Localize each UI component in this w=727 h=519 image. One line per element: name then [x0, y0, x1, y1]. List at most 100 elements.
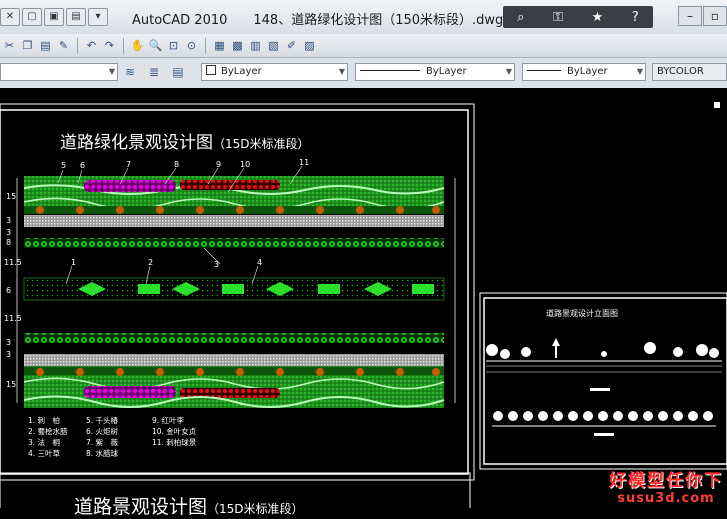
dimension-label: 8: [6, 238, 12, 247]
quick-access-toolbar: ✕ ▢ ▣ ▤ ▾: [0, 8, 108, 26]
color-value: ByLayer: [221, 66, 262, 77]
color-combo[interactable]: ByLayer ▼: [201, 63, 348, 81]
zoom-realtime-icon[interactable]: 🔍: [148, 38, 163, 53]
line-sample-icon: [527, 70, 561, 71]
standard-toolbar: ✂ ❐ ▤ ✎ ↶ ↷ ✋ 🔍 ⊡ ⊙ ▦ ▩ ▥ ▧ ✐ ▨: [0, 34, 727, 58]
open-icon[interactable]: ▣: [44, 8, 64, 26]
callout-label: 10: [240, 160, 251, 169]
new-icon[interactable]: ▢: [22, 8, 42, 26]
chevron-down-icon: ▼: [505, 67, 512, 76]
plotstyle-value: BYCOLOR: [657, 66, 704, 77]
tree-row: [24, 206, 444, 214]
purple-shrub-band: [84, 180, 176, 192]
legend-item: 4. 三叶草: [28, 449, 61, 458]
callout-label: 7: [126, 160, 132, 169]
elevation-trees: [486, 338, 719, 359]
separator: [123, 37, 124, 54]
zoom-previous-icon[interactable]: ⊙: [184, 38, 199, 53]
dimension-label: 11.5: [4, 314, 22, 323]
dimension-label: 15: [6, 192, 17, 201]
markup-icon[interactable]: ✐: [284, 38, 299, 53]
second-subtitle: （15D米标准段）: [207, 502, 304, 516]
callout-label: 3: [214, 260, 220, 269]
layer-combo[interactable]: ▼: [0, 63, 118, 81]
scale-bar: [594, 433, 614, 436]
star-icon[interactable]: ★: [592, 10, 604, 25]
cut-icon[interactable]: ✂: [2, 38, 17, 53]
legend-item: 7. 紫 薇: [86, 438, 119, 447]
redo-icon[interactable]: ↷: [102, 38, 117, 53]
application-menu-button[interactable]: ✕: [0, 8, 20, 26]
sidewalk-top: [24, 215, 444, 227]
properties-toolbar: ▼ ≋ ≣ ▤ ByLayer ▼ ByLayer ▼ ByLayer ▼ BY…: [0, 58, 727, 89]
plan-title: 道路绿化景观设计图（15D米标准段）: [60, 128, 310, 153]
separator: [205, 37, 206, 54]
tool-palette-icon[interactable]: ▥: [248, 38, 263, 53]
binoculars-icon[interactable]: ⌕: [517, 10, 524, 25]
chevron-down-icon: ▼: [636, 67, 643, 76]
dimension-label: 6: [6, 286, 12, 295]
key-icon[interactable]: ⚿: [553, 10, 563, 25]
save-icon[interactable]: ▤: [66, 8, 86, 26]
drawing-canvas[interactable]: 道路绿化景观设计图（15D米标准段） 道路景观设计立面图 道路景观设计图（15D…: [0, 88, 727, 518]
pan-icon[interactable]: ✋: [130, 38, 145, 53]
elevation-frame: [479, 292, 727, 470]
chevron-down-icon: ▼: [108, 67, 115, 76]
tree-line-top: [24, 238, 444, 248]
calculator-icon[interactable]: ▨: [302, 38, 317, 53]
dropdown-icon[interactable]: ▾: [88, 8, 108, 26]
callout-label: 9: [216, 160, 222, 169]
dimension-label: 3: [6, 216, 12, 225]
help-icon[interactable]: ?: [632, 10, 639, 25]
dimension-label: 3: [6, 228, 12, 237]
callout-label: 8: [174, 160, 180, 169]
legend-row: 4. 三叶草 8. 水腊球: [28, 448, 196, 459]
window-title: AutoCAD 2010 148、道路绿化设计图（150米标段）.dwg: [132, 9, 503, 28]
watermark-text: 好模型任你下: [609, 471, 723, 491]
undo-icon[interactable]: ↶: [84, 38, 99, 53]
file-name: 148、道路绿化设计图（150米标段）.dwg: [253, 13, 504, 28]
second-title-text: 道路景观设计图: [74, 496, 208, 518]
tree-line-bottom: [24, 333, 444, 343]
separator: [77, 37, 78, 54]
sidewalk-bottom: [24, 354, 444, 366]
match-icon[interactable]: ✎: [56, 38, 71, 53]
legend-row: 2. 蜀桧水腊 6. 火炬树 10. 金叶女贞: [28, 426, 196, 437]
zoom-window-icon[interactable]: ⊡: [166, 38, 181, 53]
callout-label: 2: [148, 258, 154, 267]
copy-icon[interactable]: ❐: [20, 38, 35, 53]
properties-icon[interactable]: ▦: [212, 38, 227, 53]
legend-item: 1. 刺 柏: [28, 416, 61, 425]
infocenter: ⌕ ⚿ ★ ?: [503, 6, 653, 28]
sheet-set-icon[interactable]: ▧: [266, 38, 281, 53]
callout-label: 1: [71, 258, 77, 267]
design-center-icon[interactable]: ▩: [230, 38, 245, 53]
legend-item: 3. 法 桐: [28, 438, 61, 447]
line-sample-icon: [360, 70, 420, 71]
linetype-combo[interactable]: ByLayer ▼: [355, 63, 515, 81]
callout-label: 5: [61, 161, 67, 170]
elevation-frame-inner: [483, 297, 727, 465]
legend-item: 5. 千头椿: [86, 416, 119, 425]
linetype-value: ByLayer: [426, 66, 467, 77]
app-name: AutoCAD 2010: [132, 13, 228, 28]
layer-previous-icon[interactable]: ≣: [146, 64, 162, 80]
legend-item: 2. 蜀桧水腊: [28, 427, 68, 436]
callout-label: 4: [257, 258, 263, 267]
layer-properties-icon[interactable]: ≋: [122, 64, 138, 80]
legend-row: 1. 刺 柏 5. 千头椿 9. 红叶李: [28, 415, 196, 426]
callout-label: 11: [299, 158, 310, 167]
plotstyle-combo[interactable]: BYCOLOR: [652, 63, 727, 81]
second-plan-title: 道路景观设计图（15D米标准段）: [74, 492, 304, 519]
window-controls: – ▫: [678, 6, 727, 26]
maximize-button[interactable]: ▫: [703, 6, 727, 26]
crosshair-icon: [714, 102, 720, 108]
legend-item: 8. 水腊球: [86, 449, 119, 458]
minimize-button[interactable]: –: [678, 6, 702, 26]
lineweight-combo[interactable]: ByLayer ▼: [522, 63, 646, 81]
scale-bar: [590, 388, 610, 391]
layer-states-icon[interactable]: ▤: [170, 64, 186, 80]
paste-icon[interactable]: ▤: [38, 38, 53, 53]
legend-item: 9. 红叶李: [152, 416, 185, 425]
plant-legend: 1. 刺 柏 5. 千头椿 9. 红叶李 2. 蜀桧水腊 6. 火炬树 10. 金叶女贞…: [28, 415, 196, 459]
